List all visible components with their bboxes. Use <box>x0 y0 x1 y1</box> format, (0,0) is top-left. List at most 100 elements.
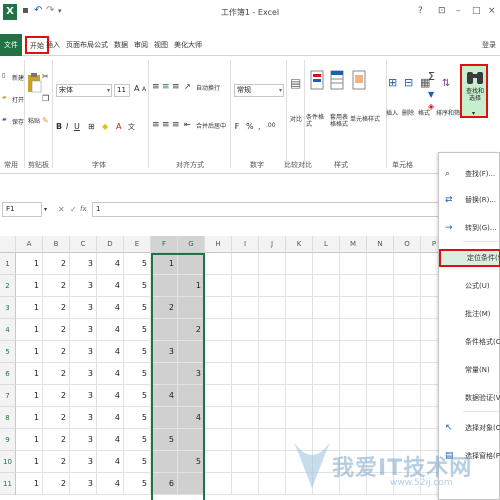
cell[interactable]: 2 <box>43 275 70 297</box>
table-format-button[interactable]: 套用表格格式 <box>330 114 350 128</box>
cell[interactable] <box>313 319 340 341</box>
orientation-icon[interactable]: ↗ <box>184 82 191 91</box>
menu-item-replace[interactable]: ⇄ 替换(R)... <box>439 191 500 209</box>
new-icon[interactable]: ▯ <box>2 72 5 79</box>
column-header-d[interactable]: D <box>97 236 124 253</box>
menu-item-goto-special[interactable]: 定位条件(S)... <box>439 249 500 267</box>
cell[interactable] <box>205 363 232 385</box>
tab-insert[interactable]: 插入 <box>46 37 60 53</box>
cell[interactable]: 4 <box>97 363 124 385</box>
cell[interactable]: 3 <box>70 275 97 297</box>
cell[interactable] <box>394 363 421 385</box>
cell[interactable]: 5 <box>124 451 151 473</box>
cell[interactable]: 4 <box>97 341 124 363</box>
font-color-icon[interactable]: A <box>116 122 121 131</box>
cell[interactable] <box>259 297 286 319</box>
row-header[interactable]: 2 <box>0 275 16 297</box>
decimal-icon[interactable]: .00 <box>266 122 276 129</box>
cell[interactable] <box>232 253 259 275</box>
column-header-a[interactable]: A <box>16 236 43 253</box>
save-file-icon[interactable]: ▰ <box>2 116 7 123</box>
cell[interactable]: 5 <box>151 429 178 451</box>
compare-icon[interactable]: ▤ <box>290 76 301 90</box>
align-center-icon[interactable]: ≡ <box>162 120 170 130</box>
cell[interactable] <box>340 297 367 319</box>
cell[interactable] <box>367 297 394 319</box>
cell[interactable] <box>178 473 205 495</box>
cell[interactable]: 4 <box>178 407 205 429</box>
cell[interactable] <box>205 385 232 407</box>
cell[interactable]: 5 <box>124 319 151 341</box>
cell[interactable] <box>151 451 178 473</box>
menu-item-data-validation[interactable]: 数据验证(V) <box>439 389 500 407</box>
delete-cells-button[interactable]: 删除 <box>402 108 414 117</box>
cell[interactable]: 4 <box>97 451 124 473</box>
paste-icon[interactable] <box>26 72 42 94</box>
cell[interactable]: 1 <box>16 363 43 385</box>
cell-styles-button[interactable]: 单元格样式 <box>350 114 380 123</box>
cell[interactable] <box>259 451 286 473</box>
cell[interactable]: 4 <box>97 319 124 341</box>
cancel-icon[interactable]: ✕ <box>58 205 65 214</box>
cell[interactable] <box>232 297 259 319</box>
row-header[interactable]: 8 <box>0 407 16 429</box>
cell[interactable]: 3 <box>70 473 97 495</box>
cell[interactable]: 5 <box>124 341 151 363</box>
cell[interactable] <box>286 275 313 297</box>
cell[interactable] <box>367 341 394 363</box>
cell[interactable] <box>286 407 313 429</box>
cell[interactable] <box>151 407 178 429</box>
cell[interactable]: 1 <box>16 275 43 297</box>
cell[interactable] <box>259 385 286 407</box>
column-header-k[interactable]: K <box>286 236 313 253</box>
save-button[interactable]: 保存 <box>12 117 24 126</box>
cell[interactable] <box>367 363 394 385</box>
open-icon[interactable]: ▰ <box>2 94 7 101</box>
cell[interactable] <box>259 429 286 451</box>
cell[interactable] <box>340 253 367 275</box>
column-header-c[interactable]: C <box>70 236 97 253</box>
cell[interactable]: 3 <box>70 407 97 429</box>
cell[interactable]: 2 <box>43 253 70 275</box>
align-top-icon[interactable]: ≡ <box>152 82 160 92</box>
row-header[interactable]: 5 <box>0 341 16 363</box>
align-right-icon[interactable]: ≡ <box>172 120 180 130</box>
close-button[interactable]: × <box>488 6 496 16</box>
cell[interactable] <box>232 385 259 407</box>
cell[interactable]: 1 <box>16 385 43 407</box>
fill-icon[interactable]: ▼ <box>428 90 434 99</box>
cell[interactable]: 2 <box>178 319 205 341</box>
cell[interactable]: 5 <box>124 363 151 385</box>
cell[interactable] <box>340 319 367 341</box>
cell[interactable]: 5 <box>124 385 151 407</box>
name-box[interactable]: F1 <box>2 202 42 217</box>
shrink-font-icon[interactable]: A <box>142 86 146 93</box>
cell[interactable]: 1 <box>16 253 43 275</box>
menu-item-formulas[interactable]: 公式(U) <box>439 277 500 295</box>
cell[interactable] <box>259 473 286 495</box>
cell[interactable]: 3 <box>70 319 97 341</box>
clear-icon[interactable]: ◈ <box>428 102 434 111</box>
cell[interactable] <box>313 407 340 429</box>
cell[interactable]: 1 <box>16 319 43 341</box>
cell[interactable] <box>340 363 367 385</box>
cell[interactable]: 1 <box>16 429 43 451</box>
cell[interactable] <box>232 275 259 297</box>
underline-icon[interactable]: U <box>74 122 80 131</box>
cell[interactable] <box>394 275 421 297</box>
ribbon-display-button[interactable]: ⊡ <box>438 6 446 16</box>
cell[interactable] <box>313 275 340 297</box>
paste-button[interactable]: 粘贴 <box>28 116 40 125</box>
cell[interactable] <box>205 451 232 473</box>
cell[interactable] <box>259 253 286 275</box>
cell[interactable] <box>205 341 232 363</box>
tab-review[interactable]: 审阅 <box>134 37 148 53</box>
wrap-text-button[interactable]: 自动换行 <box>196 83 220 92</box>
column-header-g[interactable]: G <box>178 236 205 253</box>
column-header-f[interactable]: F <box>151 236 178 253</box>
indent-icon[interactable]: ⇤ <box>184 120 191 129</box>
column-header-o[interactable]: O <box>394 236 421 253</box>
autosum-icon[interactable]: Σ <box>428 70 435 83</box>
cell[interactable] <box>178 385 205 407</box>
font-name-select[interactable]: 宋体 ▾ <box>56 84 112 97</box>
